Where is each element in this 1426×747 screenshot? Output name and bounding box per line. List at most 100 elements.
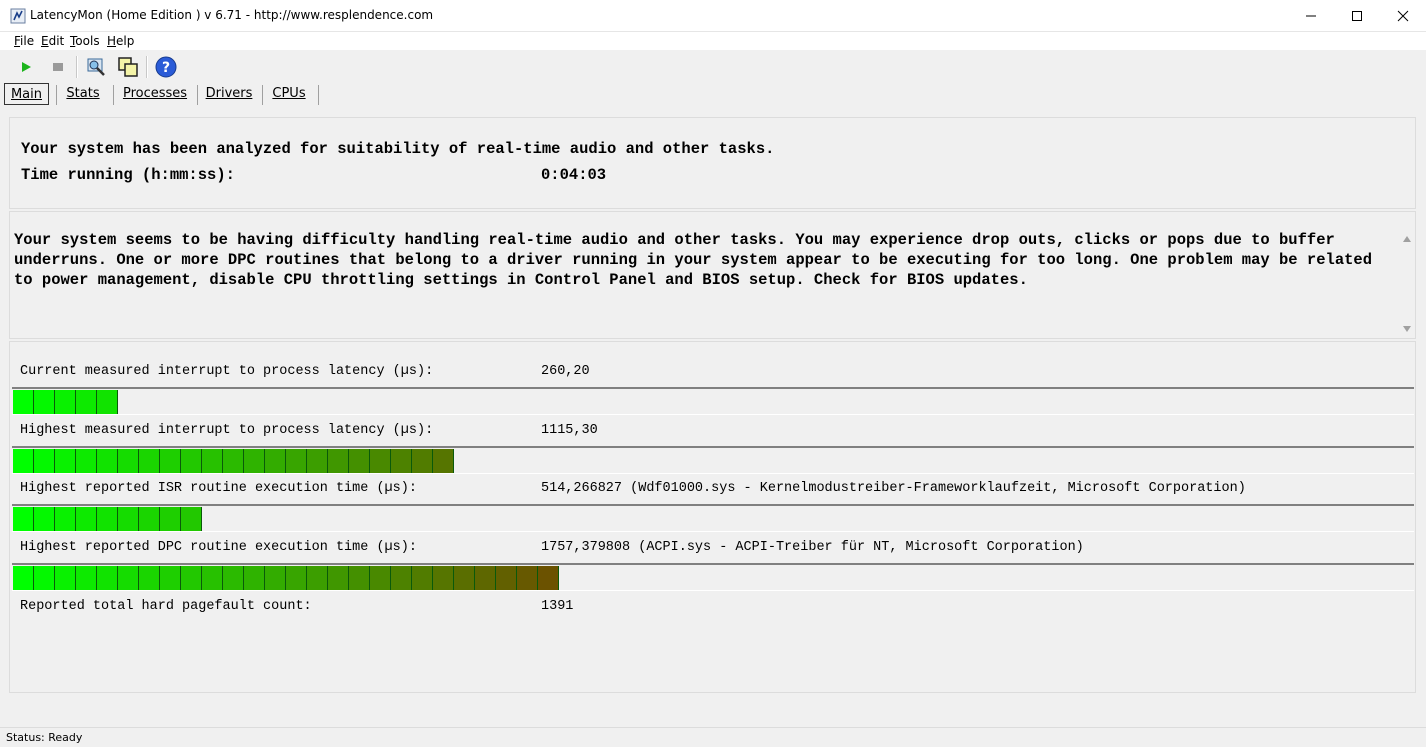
isr-time-value: 514,266827 (Wdf01000.sys - Kernelmodustr… [541,481,1246,496]
dpc-time-value: 1757,379808 (ACPI.sys - ACPI-Treiber für… [541,540,1084,555]
help-button[interactable]: ? [154,55,178,79]
bar-segment [160,507,181,531]
help-icon: ? [155,56,177,78]
svg-text:?: ? [162,60,170,76]
window-title: LatencyMon (Home Edition ) v 6.71 - http… [30,8,434,22]
current-latency-bar [12,387,1414,415]
minimize-icon [1306,15,1316,16]
stop-icon [53,63,63,71]
time-running-value: 0:04:03 [541,166,607,184]
bar-segment [13,390,34,414]
menu-file[interactable]: File [14,34,34,48]
bar-segment [538,566,559,590]
status-bar: Status: Ready [0,727,1426,746]
bar-segment [433,566,454,590]
bar-segment [181,507,202,531]
bar-segment [160,449,181,473]
bar-segment [160,566,181,590]
title-bar: LatencyMon (Home Edition ) v 6.71 - http… [0,0,1426,32]
bar-segment [412,449,433,473]
close-icon [1397,10,1409,21]
analysis-headline: Your system has been analyzed for suitab… [21,140,775,158]
message-panel: Your system seems to be having difficult… [9,211,1416,339]
metrics-panel: Current measured interrupt to process la… [9,341,1416,693]
tab-cpus[interactable]: CPUs [266,83,312,105]
bar-segment [265,566,286,590]
bar-segment [55,449,76,473]
analyze-button[interactable] [84,55,108,79]
isr-time-label: Highest reported ISR routine execution t… [20,481,417,496]
menu-edit[interactable]: Edit [41,34,64,48]
summary-panel: Your system has been analyzed for suitab… [9,117,1416,209]
bar-segment [244,566,265,590]
bar-segment [76,507,97,531]
toolbar: ? [0,52,1426,82]
bar-segment [139,507,160,531]
bar-segment [181,566,202,590]
menu-tools[interactable]: Tools [70,34,100,48]
bar-segment [97,449,118,473]
bar-segment [55,507,76,531]
highest-latency-value: 1115,30 [541,423,598,438]
bar-segment [202,566,223,590]
bar-segment [391,566,412,590]
bar-segment [496,566,517,590]
dpc-time-label: Highest reported DPC routine execution t… [20,540,417,555]
bar-segment [139,449,160,473]
bar-segment [181,449,202,473]
close-button[interactable] [1380,0,1426,31]
bar-segment [328,449,349,473]
bar-segment [118,507,139,531]
menu-help[interactable]: Help [107,34,134,48]
maximize-icon [1352,10,1362,21]
bar-segment [34,507,55,531]
time-running-label: Time running (h:mm:ss): [21,166,235,184]
message-scrollbar[interactable] [1399,212,1415,338]
highest-latency-bar [12,446,1414,474]
start-button[interactable] [14,55,38,79]
bar-segment [265,449,286,473]
tab-main[interactable]: Main [4,83,49,105]
bar-segment [391,449,412,473]
bar-segment [433,449,454,473]
tab-drivers[interactable]: Drivers [201,83,257,105]
minimize-button[interactable] [1288,0,1334,31]
bar-segment [475,566,496,590]
analyze-icon [87,58,105,76]
bar-segment [55,390,76,414]
bar-segment [370,566,391,590]
play-icon [22,62,31,72]
bar-segment [349,566,370,590]
bar-segment [370,449,391,473]
windows-button[interactable] [116,55,140,79]
tab-stats[interactable]: Stats [60,83,106,105]
bar-segment [76,449,97,473]
pagefault-value: 1391 [541,599,574,614]
pagefault-label: Reported total hard pagefault count: [20,599,312,614]
maximize-button[interactable] [1334,0,1380,31]
scroll-up-icon [1403,236,1411,242]
stop-button[interactable] [46,55,70,79]
scrollbar-arrows [1403,236,1411,332]
status-text: Status: Ready [6,731,83,744]
current-latency-label: Current measured interrupt to process la… [20,364,434,379]
bar-segment [517,566,538,590]
bar-segment [97,507,118,531]
bar-segment [34,390,55,414]
menu-bar: File Edit Tools Help [0,32,1426,50]
highest-latency-label: Highest measured interrupt to process la… [20,423,434,438]
bar-segment [97,566,118,590]
bar-segment [223,566,244,590]
bar-segment [13,507,34,531]
tab-processes[interactable]: Processes [118,83,192,105]
bar-segment [13,449,34,473]
bar-segment [55,566,76,590]
bar-segment [307,449,328,473]
dpc-time-bar [12,563,1414,591]
bar-segment [202,449,223,473]
bar-segment [349,449,370,473]
bar-segment [76,566,97,590]
app-icon [10,8,26,24]
analysis-message: Your system seems to be having difficult… [14,231,1373,289]
bar-segment [244,449,265,473]
